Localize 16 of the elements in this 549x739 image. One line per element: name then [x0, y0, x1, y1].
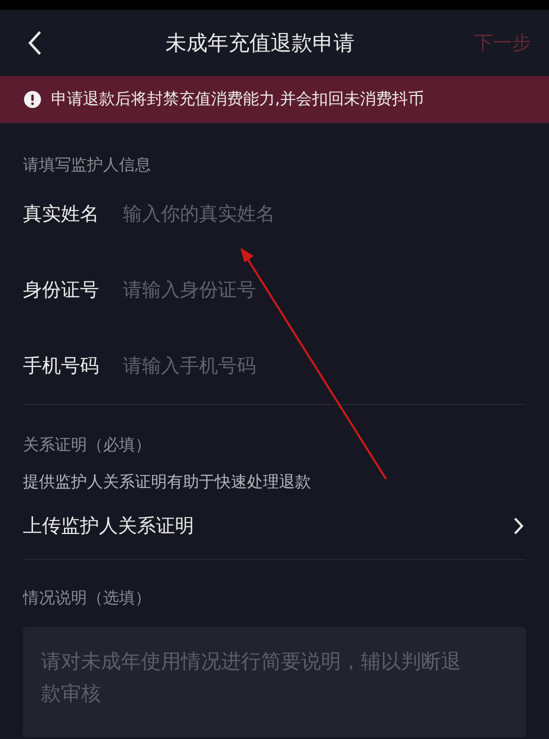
section-heading: 情况说明（选填）: [23, 588, 152, 609]
warning-icon: [24, 91, 41, 108]
section-heading: 关系证明（必填）: [23, 435, 152, 456]
input-field[interactable]: 请输入身份证号: [123, 279, 423, 301]
field-label: 手机号码: [23, 354, 99, 379]
description-field[interactable]: 请对未成年使用情况进行简要说明，辅以判断退款审核: [23, 627, 526, 737]
page-title: 未成年充值退款申请: [166, 30, 354, 57]
field-label: 真实姓名: [23, 202, 99, 227]
upload-link[interactable]: 上传监护人关系证明: [23, 513, 194, 539]
section-heading: 请填写监护人信息: [23, 155, 152, 176]
chevron-right-icon[interactable]: [513, 517, 524, 535]
input-field[interactable]: 请输入手机号码: [123, 355, 423, 377]
input-field[interactable]: 输入你的真实姓名: [123, 203, 423, 225]
hint-text: 提供监护人关系证明有助于快速处理退款: [23, 472, 312, 493]
warning-text: 申请退款后将封禁充值消费能力,并会扣回未消费抖币: [51, 89, 424, 110]
field-label: 身份证号: [23, 278, 99, 303]
